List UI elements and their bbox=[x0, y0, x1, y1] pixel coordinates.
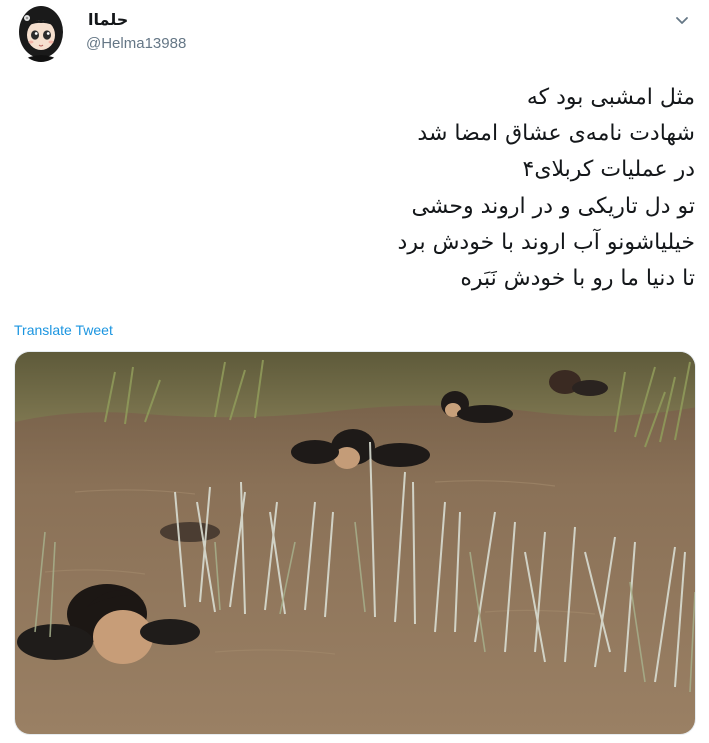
tweet-line: در عملیات کربلای۴ bbox=[522, 157, 696, 183]
tweet-text: مثل امشبی بود که شهادت نامه‌ی عشاق امضا … bbox=[35, 80, 695, 297]
avatar[interactable] bbox=[16, 4, 66, 62]
tweet-line: خیلیاشونو آب اروند با خودش برد bbox=[397, 229, 695, 255]
tweet-line: تو دل تاریکی و در اروند وحشی bbox=[411, 193, 695, 219]
chevron-down-icon[interactable] bbox=[671, 10, 693, 32]
tweet-card: حلماا @Helma13988 مثل امشبی بود که شهادت… bbox=[0, 0, 709, 743]
display-name[interactable]: حلماا bbox=[88, 10, 128, 30]
tweet-line: مثل امشبی بود که bbox=[526, 85, 695, 110]
tweet-line: شهادت نامه‌ی عشاق امضا شد bbox=[417, 121, 695, 147]
tweet-line: تا دنیا ما رو با خودش نَبَره bbox=[460, 266, 695, 292]
tweet-photo[interactable] bbox=[14, 351, 696, 735]
translate-tweet-link[interactable]: Translate Tweet bbox=[14, 322, 113, 338]
user-handle[interactable]: @Helma13988 bbox=[86, 35, 186, 52]
